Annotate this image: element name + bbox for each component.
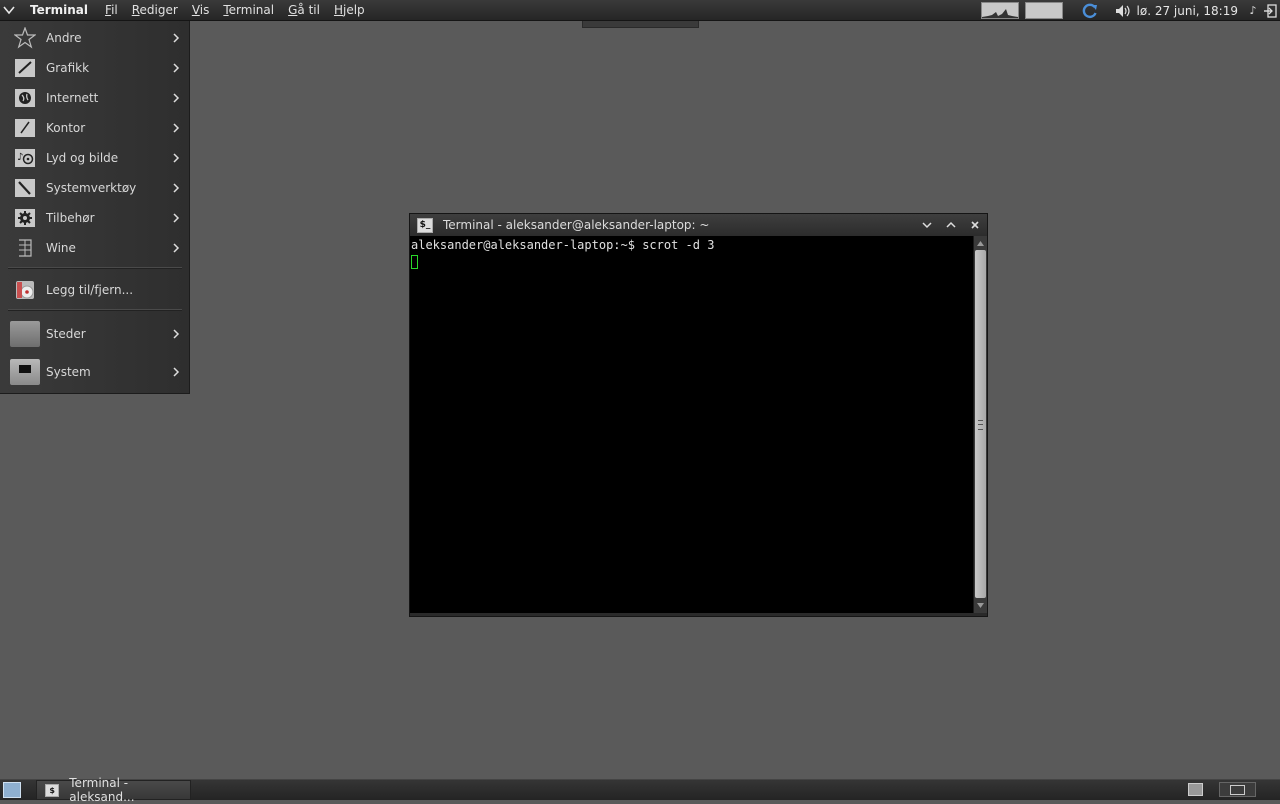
window-title: Terminal - aleksander@aleksander-laptop:…	[443, 218, 710, 232]
menu-item-internett[interactable]: Internett	[0, 83, 189, 113]
applications-menu: Andre Grafikk Internett Kontor ♪ Lyd og …	[0, 21, 190, 394]
terminal-output[interactable]: aleksander@aleksander-laptop:~$ scrot -d…	[410, 236, 973, 613]
menu-ga-til[interactable]: Gå til	[288, 3, 320, 17]
menu-item-systemverktoy[interactable]: Systemverktøy	[0, 173, 189, 203]
chevron-down-icon	[922, 222, 932, 229]
minimize-button[interactable]	[915, 214, 939, 236]
menu-hjelp[interactable]: Hjelp	[334, 3, 365, 17]
menu-item-lyd-og-bilde[interactable]: ♪ Lyd og bilde	[0, 143, 189, 173]
bottom-panel: $ Terminal - aleksand...	[0, 776, 1280, 804]
office-icon	[14, 117, 36, 139]
logout-icon[interactable]	[1263, 3, 1277, 18]
workspace-switcher[interactable]	[1219, 782, 1256, 797]
menu-item-system[interactable]: System	[0, 355, 189, 389]
chevron-right-icon	[169, 243, 183, 253]
menu-rediger[interactable]: Rediger	[132, 3, 178, 17]
maximize-button[interactable]	[939, 214, 963, 236]
cpu-graph-icon	[981, 9, 1018, 18]
close-button[interactable]	[963, 214, 987, 236]
chevron-right-icon	[169, 63, 183, 73]
scrollbar[interactable]	[973, 236, 987, 613]
terminal-window[interactable]: $_ Terminal - aleksander@aleksander-lapt…	[409, 213, 988, 617]
window-titlebar[interactable]: $_ Terminal - aleksander@aleksander-lapt…	[410, 214, 987, 236]
wine-icon	[14, 237, 36, 259]
chevron-down-icon	[3, 6, 15, 15]
trash-icon[interactable]	[1188, 783, 1203, 796]
menu-item-kontor[interactable]: Kontor	[0, 113, 189, 143]
panel-drawer	[582, 21, 699, 28]
accessories-icon	[14, 207, 36, 229]
applications-menu-button[interactable]	[0, 0, 18, 21]
menu-terminal[interactable]: Terminal	[223, 3, 274, 17]
software-center-icon	[14, 279, 36, 301]
star-icon	[14, 27, 36, 49]
close-icon	[971, 221, 979, 229]
volume-icon[interactable]	[1115, 4, 1133, 18]
top-panel: Terminal Fil Rediger Vis Terminal Gå til…	[0, 0, 1280, 21]
menu-separator	[8, 309, 182, 311]
menu-item-grafikk[interactable]: Grafikk	[0, 53, 189, 83]
chevron-right-icon	[169, 329, 183, 339]
menu-item-wine[interactable]: Wine	[0, 233, 189, 263]
cpu-monitor[interactable]	[980, 2, 1019, 19]
chevron-right-icon	[169, 93, 183, 103]
active-app-title: Terminal	[30, 3, 89, 17]
system-tools-icon	[14, 177, 36, 199]
clock[interactable]: lø. 27 juni, 18:19	[1137, 4, 1238, 18]
chevron-right-icon	[169, 123, 183, 133]
chevron-up-icon	[946, 221, 956, 228]
prompt-line: aleksander@aleksander-laptop:~$ scrot -d…	[411, 238, 715, 252]
chevron-right-icon	[169, 153, 183, 163]
refresh-icon	[1082, 3, 1097, 18]
system-tray: lø. 27 juni, 18:19 ♪	[980, 0, 1280, 21]
svg-text:♪: ♪	[17, 152, 23, 163]
menu-separator	[8, 267, 182, 269]
multimedia-icon: ♪	[14, 147, 36, 169]
text-cursor	[411, 255, 418, 269]
globe-icon	[14, 87, 36, 109]
grip-icon	[978, 420, 983, 430]
chevron-right-icon	[169, 183, 183, 193]
graphics-icon	[14, 57, 36, 79]
show-desktop-button[interactable]	[3, 782, 21, 798]
terminal-icon: $_	[417, 217, 433, 233]
chevron-right-icon	[169, 33, 183, 43]
update-notifier-icon[interactable]	[1081, 2, 1099, 20]
terminal-icon: $	[45, 783, 60, 797]
menu-fil[interactable]: Fil	[105, 3, 118, 17]
chevron-right-icon	[169, 367, 183, 377]
taskbar-terminal-button[interactable]: $ Terminal - aleksand...	[36, 776, 191, 804]
computer-icon	[10, 359, 40, 385]
menu-item-andre[interactable]: Andre	[0, 23, 189, 53]
scroll-up-icon[interactable]	[975, 237, 986, 249]
menu-vis[interactable]: Vis	[192, 3, 210, 17]
folder-icon	[10, 321, 40, 347]
scroll-down-icon[interactable]	[975, 599, 986, 611]
chevron-right-icon	[169, 213, 183, 223]
scroll-thumb[interactable]	[975, 250, 986, 598]
menu-item-tilbehor[interactable]: Tilbehør	[0, 203, 189, 233]
notification-icon[interactable]: ♪	[1246, 4, 1260, 18]
workspace-window-icon	[1230, 784, 1245, 795]
menu-item-steder[interactable]: Steder	[0, 317, 189, 351]
menu-item-add-remove[interactable]: Legg til/fjern...	[0, 275, 189, 305]
memory-monitor[interactable]	[1024, 2, 1063, 19]
